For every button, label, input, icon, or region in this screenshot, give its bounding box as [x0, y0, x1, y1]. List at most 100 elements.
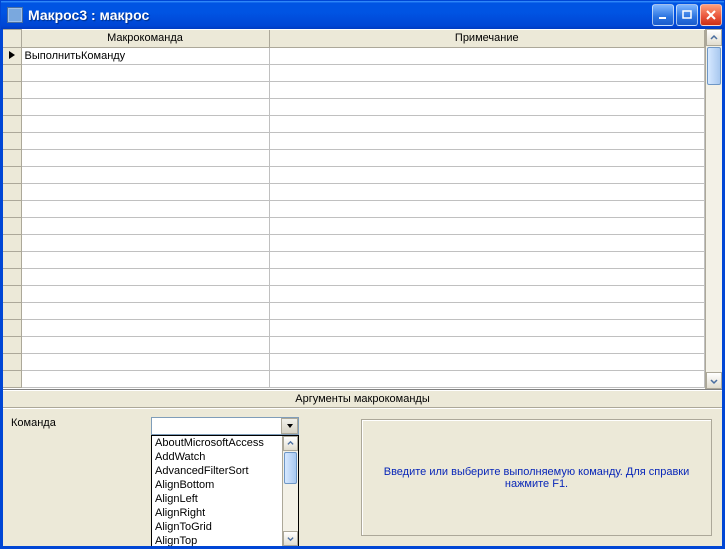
row-selector[interactable]	[3, 48, 21, 65]
table-row[interactable]	[3, 99, 705, 116]
scroll-thumb[interactable]	[707, 47, 721, 85]
cell-note[interactable]	[269, 116, 705, 133]
table-row[interactable]	[3, 65, 705, 82]
maximize-button[interactable]	[676, 4, 698, 26]
list-item[interactable]: AddWatch	[152, 450, 282, 464]
cell-command[interactable]	[21, 167, 269, 184]
table-row[interactable]	[3, 167, 705, 184]
cell-command[interactable]	[21, 252, 269, 269]
grid-scroll[interactable]: Макрокоманда Примечание ВыполнитьКоманду	[3, 29, 705, 389]
cell-command[interactable]	[21, 133, 269, 150]
table-row[interactable]	[3, 116, 705, 133]
table-row[interactable]	[3, 286, 705, 303]
cell-note[interactable]	[269, 371, 705, 388]
row-selector[interactable]	[3, 371, 21, 388]
row-selector[interactable]	[3, 252, 21, 269]
row-selector[interactable]	[3, 286, 21, 303]
cell-note[interactable]	[269, 235, 705, 252]
cell-command[interactable]	[21, 65, 269, 82]
row-selector[interactable]	[3, 65, 21, 82]
command-listbox[interactable]: AboutMicrosoftAccessAddWatchAdvancedFilt…	[151, 435, 299, 547]
table-row[interactable]	[3, 184, 705, 201]
cell-note[interactable]	[269, 65, 705, 82]
cell-command[interactable]	[21, 354, 269, 371]
row-selector[interactable]	[3, 116, 21, 133]
table-row[interactable]	[3, 218, 705, 235]
cell-note[interactable]	[269, 99, 705, 116]
table-row[interactable]	[3, 133, 705, 150]
row-selector[interactable]	[3, 269, 21, 286]
row-selector[interactable]	[3, 354, 21, 371]
minimize-button[interactable]	[652, 4, 674, 26]
table-row[interactable]: ВыполнитьКоманду	[3, 48, 705, 65]
row-selector[interactable]	[3, 184, 21, 201]
row-selector[interactable]	[3, 218, 21, 235]
table-row[interactable]	[3, 303, 705, 320]
cell-command[interactable]	[21, 371, 269, 388]
row-selector[interactable]	[3, 133, 21, 150]
col-command-header[interactable]: Макрокоманда	[21, 30, 269, 48]
cell-note[interactable]	[269, 82, 705, 99]
cell-command[interactable]	[21, 184, 269, 201]
cell-command[interactable]	[21, 286, 269, 303]
cell-command[interactable]	[21, 99, 269, 116]
listbox-scroll-up[interactable]	[283, 436, 298, 451]
cell-note[interactable]	[269, 167, 705, 184]
cell-note[interactable]	[269, 286, 705, 303]
cell-command[interactable]: ВыполнитьКоманду	[21, 48, 269, 65]
list-item[interactable]: AboutMicrosoftAccess	[152, 436, 282, 450]
row-selector[interactable]	[3, 320, 21, 337]
vertical-scrollbar[interactable]	[705, 29, 722, 389]
row-selector-header[interactable]	[3, 30, 21, 48]
cell-command[interactable]	[21, 269, 269, 286]
table-row[interactable]	[3, 150, 705, 167]
cell-command[interactable]	[21, 303, 269, 320]
table-row[interactable]	[3, 320, 705, 337]
combo-dropdown-button[interactable]	[281, 418, 298, 434]
cell-command[interactable]	[21, 201, 269, 218]
close-button[interactable]	[700, 4, 722, 26]
cell-note[interactable]	[269, 133, 705, 150]
scroll-up-button[interactable]	[706, 29, 722, 46]
cell-note[interactable]	[269, 269, 705, 286]
listbox-scroll-down[interactable]	[283, 531, 298, 546]
cell-note[interactable]	[269, 354, 705, 371]
table-row[interactable]	[3, 201, 705, 218]
row-selector[interactable]	[3, 167, 21, 184]
cell-command[interactable]	[21, 320, 269, 337]
list-item[interactable]: AlignToGrid	[152, 520, 282, 534]
list-item[interactable]: AlignRight	[152, 506, 282, 520]
list-item[interactable]: AlignTop	[152, 534, 282, 547]
cell-note[interactable]	[269, 252, 705, 269]
cell-command[interactable]	[21, 218, 269, 235]
cell-command[interactable]	[21, 235, 269, 252]
list-item[interactable]: AdvancedFilterSort	[152, 464, 282, 478]
table-row[interactable]	[3, 235, 705, 252]
scroll-down-button[interactable]	[706, 372, 722, 389]
cell-note[interactable]	[269, 201, 705, 218]
cell-note[interactable]	[269, 337, 705, 354]
cell-command[interactable]	[21, 337, 269, 354]
listbox-track[interactable]	[283, 451, 298, 531]
listbox-scrollbar[interactable]	[282, 436, 298, 546]
table-row[interactable]	[3, 252, 705, 269]
row-selector[interactable]	[3, 235, 21, 252]
row-selector[interactable]	[3, 150, 21, 167]
table-row[interactable]	[3, 354, 705, 371]
cell-note[interactable]	[269, 218, 705, 235]
titlebar[interactable]: Макрос3 : макрос	[1, 1, 724, 29]
cell-note[interactable]	[269, 150, 705, 167]
row-selector[interactable]	[3, 82, 21, 99]
cell-note[interactable]	[269, 48, 705, 65]
row-selector[interactable]	[3, 337, 21, 354]
table-row[interactable]	[3, 371, 705, 388]
table-row[interactable]	[3, 82, 705, 99]
cell-note[interactable]	[269, 184, 705, 201]
table-row[interactable]	[3, 269, 705, 286]
row-selector[interactable]	[3, 201, 21, 218]
cell-note[interactable]	[269, 303, 705, 320]
row-selector[interactable]	[3, 99, 21, 116]
col-note-header[interactable]: Примечание	[269, 30, 705, 48]
command-input[interactable]	[151, 417, 299, 435]
cell-command[interactable]	[21, 116, 269, 133]
